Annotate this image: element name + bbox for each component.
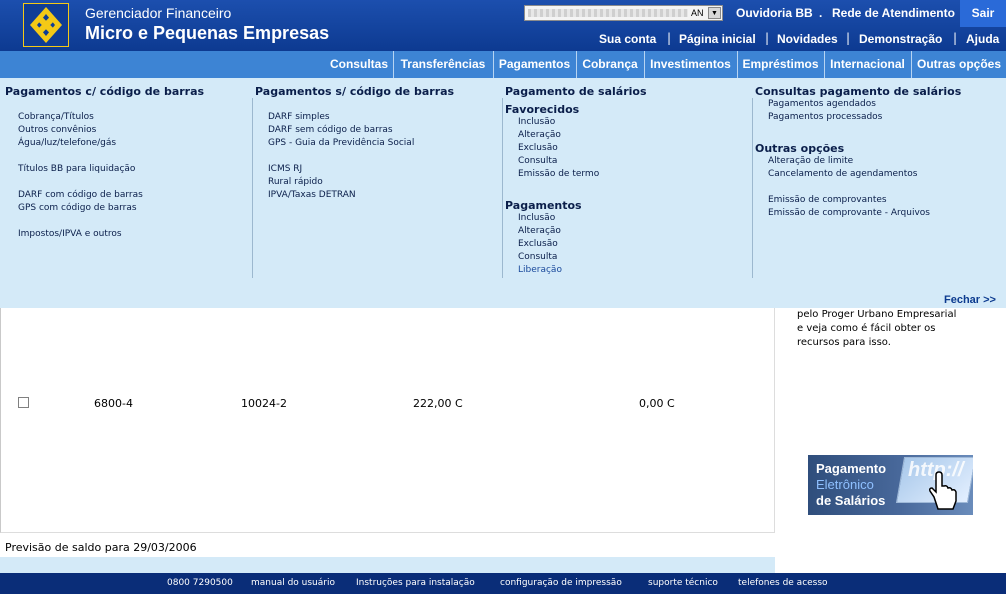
- menu-item[interactable]: Alteração: [518, 226, 561, 236]
- menu-divider: [752, 98, 753, 278]
- footer: 0800 7290500 manual do usuário Instruçõe…: [0, 573, 1006, 594]
- account-panel: [0, 308, 775, 533]
- banner-line: de Salários: [816, 493, 886, 508]
- demonstracao-link[interactable]: Demonstração: [859, 32, 942, 46]
- rede-atendimento-link[interactable]: Rede de Atendimento: [832, 6, 955, 20]
- menu-item[interactable]: Inclusão: [518, 213, 555, 223]
- blurred-text: [528, 9, 688, 17]
- menu-col-title: Pagamentos c/ código de barras: [5, 85, 205, 98]
- separator: |: [667, 31, 672, 45]
- bb-logo-icon: [24, 4, 68, 46]
- telefones-link[interactable]: telefones de acesso: [738, 578, 828, 588]
- novidades-link[interactable]: Novidades: [777, 32, 838, 46]
- account-checkbox[interactable]: [18, 397, 29, 408]
- suporte-link[interactable]: suporte técnico: [648, 578, 718, 588]
- menu-item[interactable]: DARF sem código de barras: [268, 125, 393, 135]
- agencia-cell: 6800-4: [94, 397, 133, 410]
- language-select[interactable]: AN ▼: [524, 5, 723, 21]
- top-separator: .: [819, 6, 823, 20]
- separator: |: [846, 31, 851, 45]
- menu-item[interactable]: Pagamentos agendados: [768, 99, 876, 109]
- main-nav: Consultas Transferências Pagamentos Cobr…: [0, 51, 1006, 78]
- menu-item[interactable]: ICMS RJ: [268, 164, 302, 174]
- menu-item[interactable]: DARF simples: [268, 112, 330, 122]
- menu-divider: [502, 98, 503, 278]
- menu-item[interactable]: Exclusão: [518, 143, 558, 153]
- menu-item[interactable]: IPVA/Taxas DETRAN: [268, 190, 356, 200]
- menu-item[interactable]: Cancelamento de agendamentos: [768, 169, 917, 179]
- menu-subsection-title: Outras opções: [755, 142, 845, 155]
- menu-item[interactable]: Alteração de limite: [768, 156, 853, 166]
- tab-pagamentos[interactable]: Pagamentos: [493, 51, 575, 78]
- tab-outras-opcoes[interactable]: Outras opções: [911, 51, 1006, 78]
- tab-emprestimos[interactable]: Empréstimos: [737, 51, 823, 78]
- sua-conta-link[interactable]: Sua conta: [599, 32, 656, 46]
- menu-item[interactable]: GPS com código de barras: [18, 203, 137, 213]
- menu-subsection-title: Favorecidos: [505, 103, 580, 116]
- pointer-hand-icon: [929, 471, 957, 510]
- menu-item[interactable]: Rural rápido: [268, 177, 323, 187]
- menu-item[interactable]: Exclusão: [518, 239, 558, 249]
- separator: |: [765, 31, 770, 45]
- app-subtitle: Micro e Pequenas Empresas: [85, 23, 330, 43]
- menu-item[interactable]: Emissão de comprovante - Arquivos: [768, 208, 930, 218]
- menu-col-title: Pagamentos s/ código de barras: [255, 85, 455, 98]
- menu-col-title: Pagamento de salários: [505, 85, 647, 98]
- previsao-saldo-text: Previsão de saldo para 29/03/2006: [5, 541, 197, 554]
- menu-col-title: Consultas pagamento de salários: [755, 85, 962, 98]
- app-name: Gerenciador Financeiro: [85, 5, 232, 21]
- menu-divider: [252, 98, 253, 278]
- pagina-inicial-link[interactable]: Página inicial: [679, 32, 756, 46]
- bb-logo[interactable]: [23, 3, 69, 47]
- promo-text-line: pelo Proger Urbano Empresarial: [797, 309, 957, 320]
- saldo-cell: 222,00 C: [413, 397, 463, 410]
- menu-item[interactable]: DARF com código de barras: [18, 190, 143, 200]
- close-menu-link[interactable]: Fechar >>: [944, 294, 996, 306]
- menu-item[interactable]: Consulta: [518, 156, 557, 166]
- menu-item[interactable]: Emissão de termo: [518, 169, 599, 179]
- menu-item[interactable]: Emissão de comprovantes: [768, 195, 887, 205]
- banner-line: Pagamento: [816, 461, 887, 476]
- menu-item[interactable]: Consulta: [518, 252, 557, 262]
- pagamento-salarios-banner[interactable]: http:// Pagamento Eletrônico de Salários: [808, 455, 973, 515]
- menu-item[interactable]: Cobrança/Títulos: [18, 112, 94, 122]
- chevron-down-icon[interactable]: ▼: [708, 7, 721, 19]
- limite-cell: 0,00 C: [639, 397, 675, 410]
- tab-transferencias[interactable]: Transferências: [393, 51, 492, 78]
- separator: |: [953, 31, 958, 45]
- tab-investimentos[interactable]: Investimentos: [644, 51, 736, 78]
- tab-consultas[interactable]: Consultas: [326, 51, 392, 78]
- instalacao-link[interactable]: Instruções para instalação: [356, 578, 475, 588]
- menu-item[interactable]: Água/luz/telefone/gás: [18, 138, 116, 148]
- conta-cell: 10024-2: [241, 397, 287, 410]
- menu-subsection-title: Pagamentos: [505, 199, 582, 212]
- menu-item-liberacao[interactable]: Liberação: [518, 265, 562, 275]
- exit-button[interactable]: Sair: [960, 0, 1006, 27]
- manual-link[interactable]: manual do usuário: [251, 578, 335, 588]
- menu-item[interactable]: Títulos BB para liquidação: [18, 164, 135, 174]
- menu-item[interactable]: Inclusão: [518, 117, 555, 127]
- menu-item[interactable]: Alteração: [518, 130, 561, 140]
- menu-item[interactable]: Outros convênios: [18, 125, 96, 135]
- header: Gerenciador Financeiro Micro e Pequenas …: [0, 0, 1006, 51]
- impressao-link[interactable]: configuração de impressão: [500, 578, 622, 588]
- tab-cobranca[interactable]: Cobrança: [576, 51, 643, 78]
- promo-text-line: recursos para isso.: [797, 337, 891, 348]
- menu-item[interactable]: Pagamentos processados: [768, 112, 882, 122]
- page: Gerenciador Financeiro Micro e Pequenas …: [0, 0, 1006, 594]
- promo-text-line: e veja como é fácil obter os: [797, 323, 936, 334]
- ajuda-link[interactable]: Ajuda: [966, 32, 999, 46]
- content-strip: [0, 557, 775, 573]
- menu-item[interactable]: Impostos/IPVA e outros: [18, 229, 122, 239]
- banner-line: Eletrônico: [816, 477, 874, 492]
- menu-item[interactable]: GPS - Guia da Previdência Social: [268, 138, 414, 148]
- tab-internacional[interactable]: Internacional: [824, 51, 910, 78]
- language-select-value: AN: [691, 8, 704, 18]
- ouvidoria-link[interactable]: Ouvidoria BB: [736, 6, 813, 20]
- phone-link[interactable]: 0800 7290500: [167, 578, 233, 588]
